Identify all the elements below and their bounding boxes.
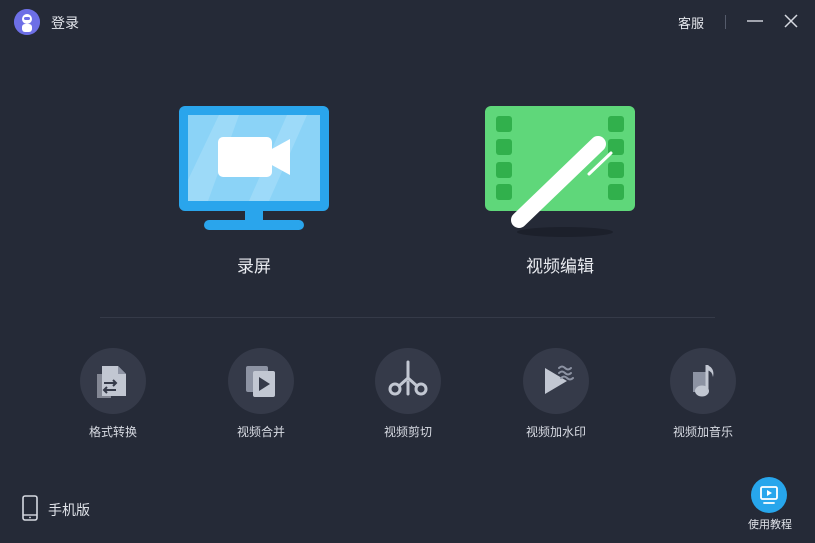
video-watermark-button[interactable]: 视频加水印	[501, 348, 611, 448]
minimize-icon[interactable]	[744, 10, 766, 32]
monitor-camera-icon	[179, 106, 329, 230]
format-convert-label: 格式转换	[88, 425, 137, 439]
video-edit-label: 视频编辑	[526, 257, 594, 277]
video-watermark-label: 视频加水印	[525, 425, 586, 439]
mobile-version-link[interactable]: 手机版	[20, 494, 90, 522]
watermark-icon	[523, 348, 589, 414]
video-edit-button[interactable]: 视频编辑	[465, 100, 655, 300]
video-cut-label: 视频剪切	[383, 425, 432, 439]
section-divider	[100, 317, 715, 318]
screen-record-button[interactable]: 录屏	[159, 100, 349, 300]
titlebar-divider	[725, 15, 726, 29]
close-icon[interactable]	[780, 10, 802, 32]
video-cut-button[interactable]: 视频剪切	[353, 348, 463, 448]
tutorial-play-icon	[751, 477, 787, 513]
title-bar: 登录 客服	[0, 0, 815, 44]
film-pen-icon	[485, 106, 635, 237]
video-merge-label: 视频合并	[236, 425, 285, 439]
phone-icon	[22, 495, 38, 521]
music-note-icon	[670, 348, 736, 414]
user-avatar-icon[interactable]	[14, 9, 40, 35]
video-merge-icon	[228, 348, 294, 414]
video-music-label: 视频加音乐	[672, 425, 733, 439]
video-merge-button[interactable]: 视频合并	[206, 348, 316, 448]
screen-record-label: 录屏	[237, 257, 271, 277]
scissors-icon	[375, 348, 441, 414]
tutorial-button[interactable]: 使用教程	[740, 476, 800, 536]
tutorial-label: 使用教程	[748, 518, 792, 531]
mobile-version-label: 手机版	[48, 503, 90, 519]
login-link[interactable]: 登录	[51, 13, 79, 33]
video-music-button[interactable]: 视频加音乐	[648, 348, 758, 448]
format-convert-icon	[80, 348, 146, 414]
format-convert-button[interactable]: 格式转换	[58, 348, 168, 448]
customer-service-link[interactable]: 客服	[678, 13, 704, 32]
